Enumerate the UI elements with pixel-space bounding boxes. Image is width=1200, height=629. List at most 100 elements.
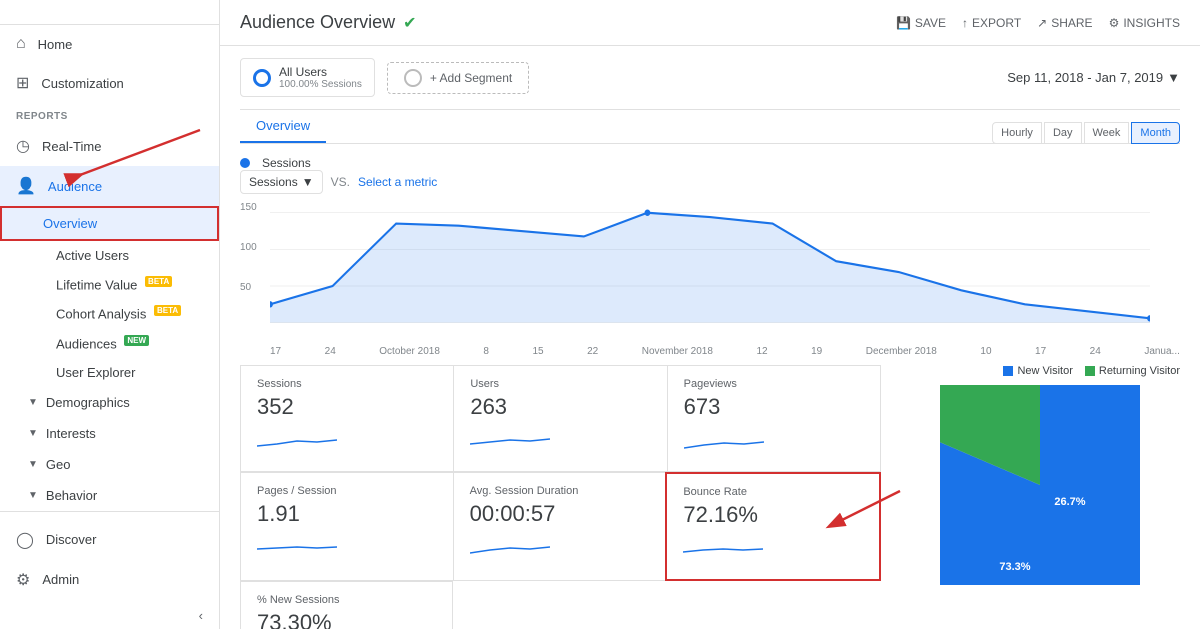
behavior-label: Behavior bbox=[46, 488, 97, 503]
all-users-label: All Users bbox=[279, 65, 362, 79]
share-button[interactable]: ↗ SHARE bbox=[1037, 16, 1092, 30]
behavior-arrow-icon: ▼ bbox=[28, 490, 38, 501]
stat-bounce-rate-value: 72.16% bbox=[683, 502, 863, 528]
topbar-actions: 💾 SAVE ↑ EXPORT ↗ SHARE ⚙ INSIGHTS bbox=[896, 16, 1180, 30]
sidebar-item-audience[interactable]: 👤 Audience bbox=[0, 166, 219, 206]
collapse-icon: ‹ bbox=[199, 608, 203, 623]
x-label-17b: 17 bbox=[1035, 346, 1046, 357]
metric-selector-row: Sessions ▼ VS. Select a metric bbox=[240, 170, 1180, 194]
stat-new-sessions: % New Sessions 73.30% bbox=[240, 581, 453, 629]
segments-left: All Users 100.00% Sessions + Add Segment bbox=[240, 58, 529, 97]
y-label-100: 100 bbox=[240, 242, 270, 253]
sidebar-realtime-label: Real-Time bbox=[42, 139, 101, 154]
sidebar-item-realtime[interactable]: ◷ Real-Time bbox=[0, 126, 219, 166]
chart-svg bbox=[240, 202, 1150, 342]
stats-wrapper: Sessions 352 Users 263 bbox=[240, 365, 880, 581]
page-title-area: Audience Overview ✔ bbox=[240, 12, 416, 33]
discover-label: Discover bbox=[46, 532, 97, 547]
audience-icon: 👤 bbox=[16, 176, 36, 196]
hourly-button[interactable]: Hourly bbox=[992, 122, 1042, 144]
cohort-analysis-label: Cohort Analysis bbox=[56, 307, 146, 322]
save-icon: 💾 bbox=[896, 16, 911, 30]
vs-label: VS. bbox=[331, 175, 350, 189]
pie-legend: New Visitor Returning Visitor bbox=[1003, 365, 1180, 377]
admin-label: Admin bbox=[42, 572, 79, 587]
sidebar-item-active-users[interactable]: Active Users bbox=[0, 241, 219, 270]
month-button[interactable]: Month bbox=[1131, 122, 1180, 144]
cohort-badge: BETA bbox=[154, 305, 181, 316]
select-metric-link[interactable]: Select a metric bbox=[358, 175, 437, 189]
sidebar-item-lifetime-value[interactable]: Lifetime Value BETA bbox=[0, 270, 219, 299]
sidebar-item-audiences[interactable]: Audiences NEW bbox=[0, 329, 219, 358]
sidebar-item-geo[interactable]: ▼ Geo bbox=[0, 449, 219, 480]
export-button[interactable]: ↑ EXPORT bbox=[962, 16, 1021, 30]
sidebar-item-customization[interactable]: ⊞ Customization bbox=[0, 63, 219, 103]
x-label-oct: October 2018 bbox=[379, 346, 440, 357]
stat-pageviews-label: Pageviews bbox=[684, 378, 864, 390]
y-label-50: 50 bbox=[240, 282, 270, 293]
x-label-24: 24 bbox=[325, 346, 336, 357]
save-button[interactable]: 💾 SAVE bbox=[896, 16, 946, 30]
sidebar-item-demographics[interactable]: ▼ Demographics bbox=[0, 387, 219, 418]
stat-avg-session-label: Avg. Session Duration bbox=[470, 485, 650, 497]
share-label: SHARE bbox=[1051, 16, 1092, 30]
insights-button[interactable]: ⚙ INSIGHTS bbox=[1109, 16, 1180, 30]
new-visitor-dot bbox=[1003, 366, 1013, 376]
stat-users-label: Users bbox=[470, 378, 650, 390]
sessions-dropdown[interactable]: Sessions ▼ bbox=[240, 170, 323, 194]
chart-left-controls: Sessions bbox=[240, 156, 311, 170]
all-users-segment[interactable]: All Users 100.00% Sessions bbox=[240, 58, 375, 97]
stat-new-sessions-label: % New Sessions bbox=[257, 594, 436, 606]
stat-pageviews: Pageviews 673 bbox=[667, 365, 881, 472]
realtime-icon: ◷ bbox=[16, 136, 30, 156]
sidebar-customization-label: Customization bbox=[41, 76, 123, 91]
stat-sessions-sparkline bbox=[257, 426, 337, 456]
y-label-150: 150 bbox=[240, 202, 270, 213]
tab-overview-label: Overview bbox=[256, 118, 310, 133]
sidebar-item-discover[interactable]: ◯ Discover bbox=[0, 520, 219, 560]
lifetime-value-badge: BETA bbox=[145, 276, 172, 287]
day-button[interactable]: Day bbox=[1044, 122, 1082, 144]
returning-visitor-dot bbox=[1085, 366, 1095, 376]
bottom-section: Sessions 352 Users 263 bbox=[240, 365, 1180, 629]
sidebar-item-home[interactable]: ⌂ Home bbox=[0, 25, 219, 63]
stat-bounce-rate-sparkline bbox=[683, 534, 763, 564]
sidebar-item-overview[interactable]: Overview bbox=[0, 206, 219, 241]
collapse-sidebar-button[interactable]: ‹ bbox=[0, 600, 219, 629]
pie-labels-svg: 26.7% 73.3% bbox=[940, 425, 1140, 625]
topbar: Audience Overview ✔ 💾 SAVE ↑ EXPORT ↗ SH… bbox=[220, 0, 1200, 46]
sidebar-item-user-explorer[interactable]: User Explorer bbox=[0, 358, 219, 387]
reports-header: REPORTS bbox=[0, 103, 219, 126]
metric-label: Sessions bbox=[249, 175, 298, 189]
sidebar-item-interests[interactable]: ▼ Interests bbox=[0, 418, 219, 449]
stat-avg-session-value: 00:00:57 bbox=[470, 501, 650, 527]
chart-y-labels: 150 100 50 bbox=[240, 202, 270, 322]
x-label-nov: November 2018 bbox=[642, 346, 713, 357]
audiences-label: Audiences bbox=[56, 336, 117, 351]
add-segment-circle-icon bbox=[404, 69, 422, 87]
add-segment-button[interactable]: + Add Segment bbox=[387, 62, 529, 94]
sidebar-item-admin[interactable]: ⚙ Admin bbox=[0, 560, 219, 600]
sidebar-item-cohort-analysis[interactable]: Cohort Analysis BETA bbox=[0, 299, 219, 328]
date-range-picker[interactable]: Sep 11, 2018 - Jan 7, 2019 ▼ bbox=[1007, 70, 1180, 85]
export-icon: ↑ bbox=[962, 16, 968, 30]
sidebar-bottom: ◯ Discover ⚙ Admin ‹ bbox=[0, 511, 219, 629]
tab-overview[interactable]: Overview bbox=[240, 110, 326, 143]
stats-row-1: Sessions 352 Users 263 bbox=[240, 365, 880, 472]
x-label-12: 12 bbox=[756, 346, 767, 357]
sidebar-item-behavior[interactable]: ▼ Behavior bbox=[0, 480, 219, 511]
sidebar: ⌂ Home ⊞ Customization REPORTS ◷ Real-Ti… bbox=[0, 0, 220, 629]
stat-pageviews-sparkline bbox=[684, 426, 764, 456]
stat-users: Users 263 bbox=[453, 365, 667, 472]
segments-bar: All Users 100.00% Sessions + Add Segment… bbox=[240, 46, 1180, 110]
stat-avg-session: Avg. Session Duration 00:00:57 bbox=[453, 472, 667, 581]
sessions-legend-dot bbox=[240, 158, 250, 168]
discover-icon: ◯ bbox=[16, 530, 34, 550]
stat-pages-session-value: 1.91 bbox=[257, 501, 437, 527]
save-label: SAVE bbox=[915, 16, 946, 30]
chart-x-labels: 17 24 October 2018 8 15 22 November 2018… bbox=[240, 346, 1180, 357]
verified-check-icon: ✔ bbox=[403, 13, 416, 33]
sessions-chart: 150 100 50 bbox=[240, 202, 1180, 342]
sidebar-audience-label: Audience bbox=[48, 179, 102, 194]
week-button[interactable]: Week bbox=[1084, 122, 1130, 144]
